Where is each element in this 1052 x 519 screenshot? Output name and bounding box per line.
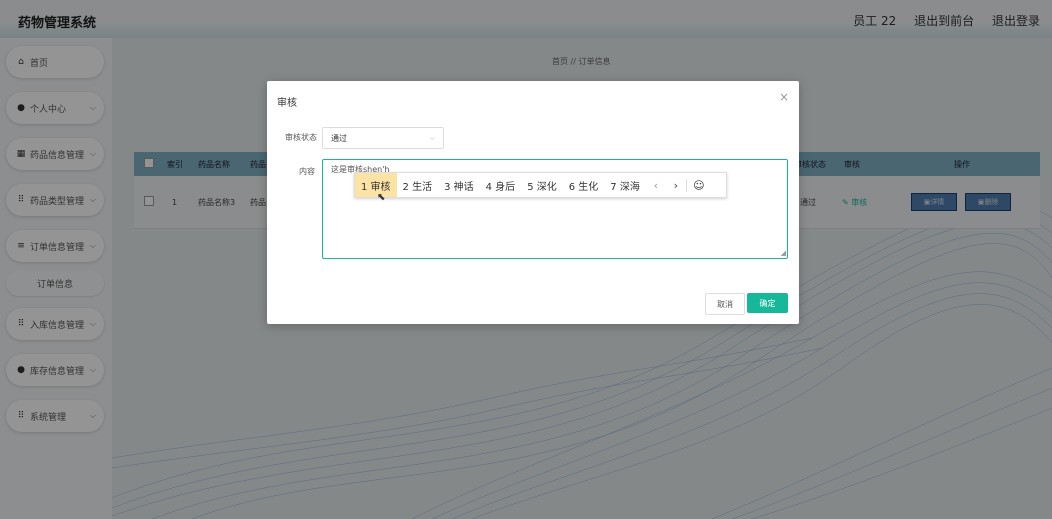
chevron-down-icon: ⌵ bbox=[429, 133, 435, 142]
confirm-button[interactable]: 确定 bbox=[747, 293, 788, 313]
chevron-right-icon[interactable]: › bbox=[666, 179, 686, 192]
status-select[interactable]: 通过 ⌵ bbox=[322, 127, 444, 149]
ime-candidate[interactable]: 6 生化 bbox=[563, 173, 605, 197]
mouse-cursor-icon: ⬉ bbox=[377, 192, 386, 203]
status-label: 审核状态 bbox=[285, 133, 317, 142]
cancel-button[interactable]: 取消 bbox=[705, 293, 745, 315]
ime-candidate[interactable]: 2 生活 bbox=[397, 173, 439, 197]
ime-candidate-bar: 1 审核 2 生活 3 神话 4 身后 5 深化 6 生化 7 深海 ‹ › ☺ bbox=[354, 172, 727, 198]
content-label: 内容 bbox=[299, 167, 315, 176]
ime-candidate[interactable]: 7 深海 bbox=[604, 173, 646, 197]
status-select-value: 通过 bbox=[331, 133, 347, 143]
ime-candidate[interactable]: 1 审核 bbox=[355, 173, 397, 197]
chevron-left-icon[interactable]: ‹ bbox=[646, 179, 666, 192]
resize-handle-icon[interactable]: ◢ bbox=[781, 249, 786, 257]
emoji-icon[interactable]: ☺ bbox=[685, 178, 711, 192]
ime-candidate[interactable]: 5 深化 bbox=[521, 173, 563, 197]
close-icon[interactable]: × bbox=[779, 90, 789, 104]
ime-candidate[interactable]: 4 身后 bbox=[480, 173, 522, 197]
audit-dialog: 审核 × 审核状态 通过 ⌵ 内容 这是审核shen'h ◢ 1 审核 2 生活… bbox=[267, 81, 799, 324]
ime-candidate[interactable]: 3 神话 bbox=[438, 173, 480, 197]
dialog-title: 审核 bbox=[277, 98, 297, 109]
